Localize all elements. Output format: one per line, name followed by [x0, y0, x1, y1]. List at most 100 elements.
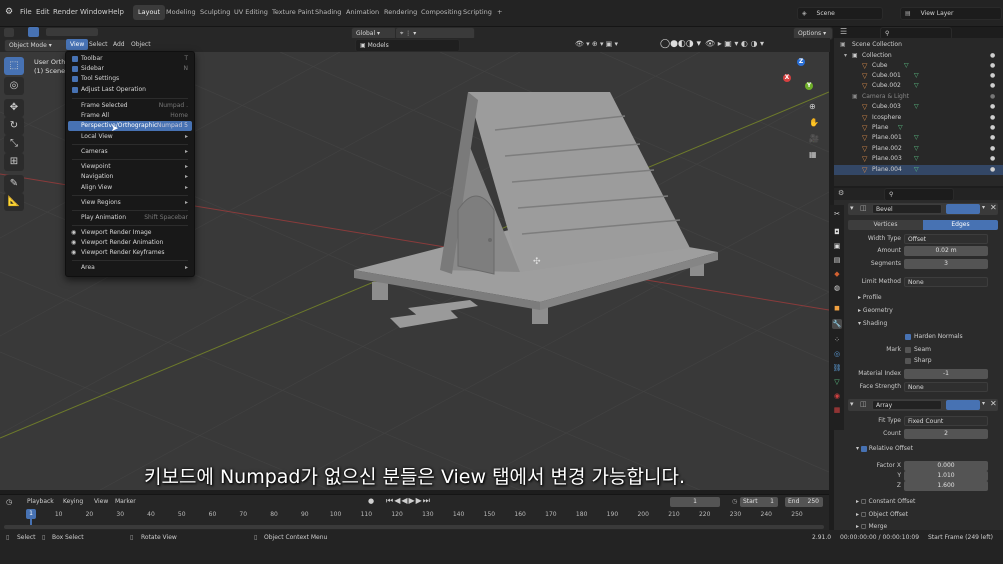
menu-playback[interactable]: Playback — [27, 498, 54, 505]
outliner-scene-collection[interactable]: ▣ Scene Collection — [834, 40, 1003, 50]
harden-normals-checkbox[interactable] — [905, 334, 911, 340]
outliner-row-cube[interactable]: ▽ Cube ▽ ● — [834, 61, 1003, 71]
outliner-row-plane-001[interactable]: ▽ Plane.001 ▽ ● — [834, 133, 1003, 143]
visibility-eye-icon[interactable]: ● — [990, 165, 995, 175]
merge-panel[interactable]: ▸ ▢ Merge — [856, 523, 887, 530]
zoom-icon[interactable]: ⊕ — [809, 102, 816, 111]
constraints-tab-icon[interactable]: ⛓ — [832, 363, 842, 373]
tab-edges[interactable]: Edges — [923, 220, 998, 230]
dropdown-chevron-icon[interactable]: ▾ — [982, 204, 985, 211]
menu-item-align-view[interactable]: Align View ▸ — [68, 183, 192, 193]
factor-x-field[interactable]: 0.000 — [904, 461, 988, 471]
menu-select[interactable]: Select — [89, 41, 108, 48]
menu-view[interactable]: View — [66, 39, 89, 50]
material-index-field[interactable]: -1 — [904, 369, 988, 379]
gizmo-y-axis[interactable]: Y — [805, 82, 813, 90]
outliner-row-icosphere[interactable]: ▽ Icosphere ● — [834, 113, 1003, 123]
factor-z-field[interactable]: 1.600 — [904, 481, 988, 491]
menu-window[interactable]: Window — [80, 8, 108, 16]
outliner-row-cube-003[interactable]: ▽ Cube.003 ▽ ● — [834, 102, 1003, 112]
menu-item-viewport-render-image[interactable]: ◉ Viewport Render Image — [68, 228, 192, 238]
menu-item-viewport-render-keyframes[interactable]: ◉ Viewport Render Keyframes — [68, 248, 192, 258]
world-tab-icon[interactable]: ◍ — [832, 283, 842, 293]
timeline-scrollbar[interactable] — [4, 525, 824, 529]
relative-offset-checkbox[interactable] — [860, 445, 867, 452]
view-layer-selector[interactable]: ▤ View Layer — [900, 7, 1002, 20]
dropdown-chevron-icon[interactable]: ▾ — [982, 400, 985, 407]
overlay-toggles-icon[interactable]: 👁 ▸ ▣ ▾ ◐ ◑ ▾ — [705, 39, 764, 48]
menu-object[interactable]: Object — [131, 41, 151, 48]
modifier-visibility-toggles[interactable] — [946, 400, 980, 410]
scene-selector[interactable]: ◈ Scene — [797, 7, 883, 20]
editor-type-icon[interactable] — [4, 28, 14, 37]
select-mode-buttons[interactable] — [46, 28, 98, 36]
object-offset-panel[interactable]: ▸ ▢ Object Offset — [856, 511, 908, 518]
record-icon[interactable]: ● — [368, 497, 374, 505]
menu-item-view-regions[interactable]: View Regions ▸ — [68, 198, 192, 208]
menu-timeline-view[interactable]: View — [94, 498, 108, 505]
menu-item-tool-settings[interactable]: Tool Settings — [68, 74, 192, 84]
profile-panel[interactable]: ▸ Profile — [858, 294, 882, 301]
visibility-eye-icon[interactable]: ● — [990, 102, 995, 112]
menu-item-viewpoint[interactable]: Viewpoint ▸ — [68, 162, 192, 172]
bevel-name-field[interactable]: Bevel — [872, 204, 942, 214]
close-icon[interactable]: ✕ — [990, 203, 997, 212]
material-tab-icon[interactable]: ◉ — [832, 391, 842, 401]
shading-panel[interactable]: ▾ Shading — [858, 320, 887, 327]
outliner-row-plane-002[interactable]: ▽ Plane.002 ▽ ● — [834, 144, 1003, 154]
width-type-dropdown[interactable]: Offset — [904, 234, 988, 244]
menu-item-viewport-render-animation[interactable]: ◉ Viewport Render Animation — [68, 238, 192, 248]
menu-item-play-animation[interactable]: Play Animation Shift Spacebar — [68, 213, 192, 223]
visibility-eye-icon[interactable]: ● — [990, 113, 995, 123]
blender-logo-icon[interactable]: ⚙ — [5, 7, 13, 17]
count-field[interactable]: 2 — [904, 429, 988, 439]
measure-tool-icon[interactable]: 📐 — [4, 193, 24, 211]
object-tab-icon[interactable]: ◼ — [832, 303, 842, 313]
menu-item-frame-all[interactable]: Frame All Home — [68, 111, 192, 121]
select-box-tool-icon[interactable]: ⬚ — [4, 57, 24, 75]
texture-tab-icon[interactable]: ▦ — [832, 405, 842, 415]
camera-view-icon[interactable]: 🎥 — [809, 134, 819, 143]
visibility-eye-icon[interactable]: ● — [990, 71, 995, 81]
constant-offset-panel[interactable]: ▸ ▢ Constant Offset — [856, 498, 915, 505]
limit-method-dropdown[interactable]: None — [904, 277, 988, 287]
scale-tool-icon[interactable]: ⤡ — [4, 135, 24, 153]
shading-modes-icon[interactable]: ◯●◐◑ ▾ — [660, 39, 701, 49]
menu-marker[interactable]: Marker — [115, 498, 136, 505]
menu-help[interactable]: Help — [108, 8, 124, 16]
visibility-eye-icon[interactable]: ● — [990, 92, 995, 102]
menu-item-adjust-last-operation[interactable]: Adjust Last Operation — [68, 85, 192, 95]
menu-edit[interactable]: Edit — [36, 8, 50, 16]
pan-hand-icon[interactable]: ✋ — [809, 118, 819, 127]
menu-file[interactable]: File — [20, 8, 32, 16]
house-model[interactable] — [354, 92, 718, 328]
gizmo-z-axis[interactable]: Z — [797, 58, 805, 66]
tool-tab-icon[interactable]: ✂ — [832, 209, 842, 219]
start-frame-field[interactable]: Start 1 — [740, 497, 778, 507]
annotate-tool-icon[interactable]: ✎ — [4, 175, 24, 193]
cursor-tool-icon[interactable]: ◎ — [4, 77, 24, 95]
move-tool-icon[interactable]: ✥ — [4, 99, 24, 117]
array-name-field[interactable]: Array — [872, 400, 942, 410]
factor-y-field[interactable]: 1.010 — [904, 471, 988, 481]
preview-range-icon[interactable]: ◷ — [732, 498, 737, 505]
visibility-eye-icon[interactable]: ● — [990, 51, 995, 61]
tab-animation[interactable]: Animation — [341, 5, 384, 20]
array-modifier-header[interactable]: ▾ ◫ Array ▾ ✕ — [848, 399, 998, 411]
visibility-eye-icon[interactable]: ● — [990, 123, 995, 133]
playback-controls-icon[interactable]: ⏮◀◀▶▶⏭ — [386, 496, 431, 506]
scene-tab-icon[interactable]: ◆ — [832, 269, 842, 279]
view-layer-tab-icon[interactable]: ▤ — [832, 255, 842, 265]
menu-item-sidebar[interactable]: Sidebar N — [68, 64, 192, 74]
menu-keying[interactable]: Keying — [63, 498, 83, 505]
menu-item-navigation[interactable]: Navigation ▸ — [68, 172, 192, 182]
playhead[interactable]: 1 — [26, 509, 36, 519]
menu-render[interactable]: Render — [53, 8, 78, 16]
visibility-eye-icon[interactable]: ● — [990, 81, 995, 91]
menu-item-area[interactable]: Area ▸ — [68, 263, 192, 273]
menu-item-perspective-orthographic[interactable]: Perspective/Orthographic Numpad 5 — [68, 121, 192, 131]
face-strength-dropdown[interactable]: None — [904, 382, 988, 392]
mode-dropdown[interactable]: Object Mode ▾ — [4, 39, 68, 52]
visibility-eye-icon[interactable]: ● — [990, 133, 995, 143]
outliner-row-cube-002[interactable]: ▽ Cube.002 ▽ ● — [834, 81, 1003, 91]
